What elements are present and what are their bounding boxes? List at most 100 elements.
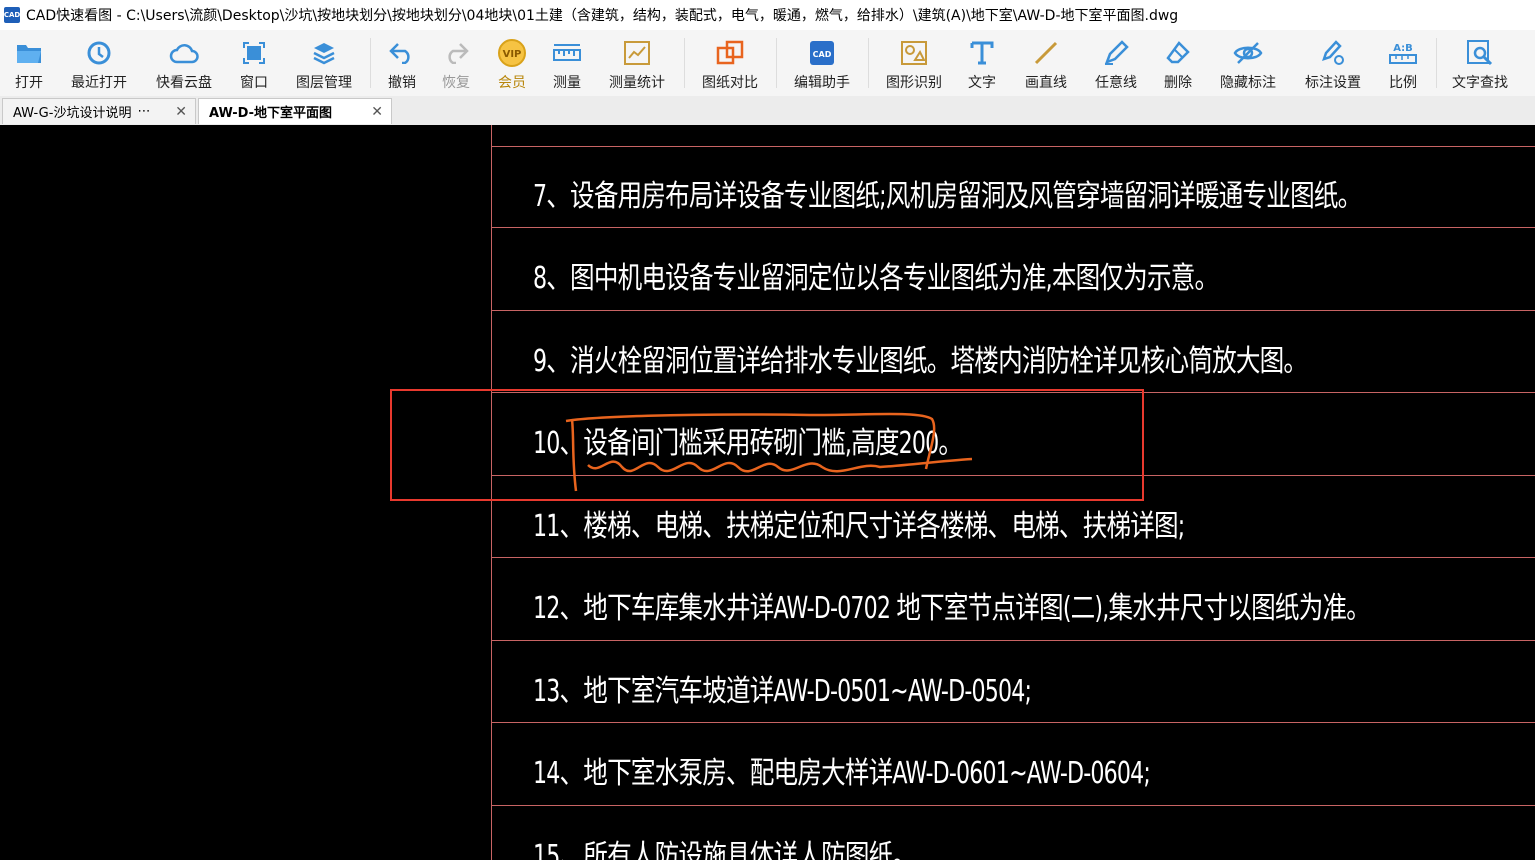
- folder-open-icon: [13, 36, 45, 70]
- table-row-line: [491, 805, 1535, 806]
- close-icon[interactable]: ✕: [175, 104, 187, 120]
- find-text-label: 文字查找: [1452, 75, 1508, 91]
- line-label: 画直线: [1025, 75, 1067, 91]
- window-title: CAD快速看图 - C:\Users\流颜\Desktop\沙坑\按地块划分\按…: [26, 8, 1179, 24]
- table-row-line: [491, 310, 1535, 311]
- text-t-icon: [966, 36, 998, 70]
- eye-hidden-icon: [1232, 36, 1264, 70]
- cloud-icon: [168, 36, 200, 70]
- svg-text:CAD: CAD: [813, 50, 832, 59]
- table-row-line: [491, 227, 1535, 228]
- cloud-button[interactable]: 快看云盘: [152, 30, 216, 96]
- undo-button[interactable]: 撤销: [384, 30, 420, 96]
- open-label: 打开: [15, 75, 43, 91]
- scale-ab-icon: A:B: [1387, 36, 1419, 70]
- cad-edit-icon: CAD: [806, 36, 838, 70]
- design-note: 11、楼梯、电梯、扶梯定位和尺寸详各楼梯、电梯、扶梯详图;: [533, 509, 1185, 544]
- design-note: 8、图中机电设备专业留洞定位以各专业图纸为准,本图仅为示意。: [533, 261, 1219, 296]
- edit-helper-label: 编辑助手: [794, 75, 850, 91]
- open-button[interactable]: 打开: [8, 30, 50, 96]
- scale-label: 比例: [1389, 75, 1417, 91]
- design-note: 14、地下室水泵房、配电房大样详AW-D-0601~AW-D-0604;: [533, 756, 1151, 791]
- toolbar-divider: [684, 38, 685, 88]
- measure-label: 测量: [553, 75, 581, 91]
- toolbar-divider: [868, 38, 869, 88]
- delete-button[interactable]: 删除: [1160, 30, 1196, 96]
- history-icon: [83, 36, 115, 70]
- undo-icon: [386, 36, 418, 70]
- tab-basement-plan[interactable]: AW-D-地下室平面图 ✕: [198, 98, 392, 124]
- design-note: 12、地下车库集水井详AW-D-0702 地下室节点详图(二),集水井尺寸以图纸…: [533, 591, 1371, 626]
- design-note: 7、设备用房布局详设备专业图纸;风机房留洞及风管穿墙留洞详暖通专业图纸。: [533, 179, 1362, 214]
- svg-text:VIP: VIP: [503, 49, 522, 60]
- toolbar-divider: [1436, 38, 1437, 88]
- design-note: 9、消火栓留洞位置详给排水专业图纸。塔楼内消防栓详见核心筒放大图。: [533, 344, 1308, 379]
- compare-icon: [714, 36, 746, 70]
- toolbar-divider: [776, 38, 777, 88]
- window-button[interactable]: 窗口: [236, 30, 272, 96]
- drawing-canvas[interactable]: 7、设备用房布局详设备专业图纸;风机房留洞及风管穿墙留洞详暖通专业图纸。 8、图…: [0, 125, 1535, 860]
- vip-icon: VIP: [496, 36, 528, 70]
- ruler-icon: [551, 36, 583, 70]
- vip-label: 会员: [498, 75, 526, 91]
- undo-label: 撤销: [388, 75, 416, 91]
- shape-recog-label: 图形识别: [886, 75, 942, 91]
- design-note: 15、所有人防设施具体详人防图纸。: [533, 839, 917, 860]
- stats-icon: [621, 36, 653, 70]
- recent-label: 最近打开: [71, 75, 127, 91]
- close-icon[interactable]: ✕: [371, 104, 383, 120]
- compare-label: 图纸对比: [702, 75, 758, 91]
- redo-label: 恢复: [442, 75, 470, 91]
- measure-stats-button[interactable]: 测量统计: [605, 30, 669, 96]
- svg-text:A:B: A:B: [1393, 43, 1413, 54]
- mark-settings-label: 标注设置: [1305, 75, 1361, 91]
- settings-pen-icon: [1317, 36, 1349, 70]
- redo-icon: [440, 36, 472, 70]
- tab-label: AW-G-沙坑设计说明: [13, 106, 132, 121]
- toolbar-divider: [370, 38, 371, 88]
- design-note: 13、地下室汽车坡道详AW-D-0501~AW-D-0504;: [533, 674, 1032, 709]
- recent-button[interactable]: 最近打开: [66, 30, 132, 96]
- redo-button[interactable]: 恢复: [438, 30, 474, 96]
- tab-design-notes[interactable]: AW-G-沙坑设计说明 ⋯ ✕: [2, 98, 196, 124]
- table-row-line: [491, 557, 1535, 558]
- window-label: 窗口: [240, 75, 268, 91]
- text-button[interactable]: 文字: [964, 30, 1000, 96]
- window-icon: [238, 36, 270, 70]
- table-row-line: [491, 722, 1535, 723]
- hide-marks-button[interactable]: 隐藏标注: [1216, 30, 1280, 96]
- cloud-label: 快看云盘: [156, 75, 212, 91]
- layers-icon: [308, 36, 340, 70]
- vip-button[interactable]: VIP 会员: [494, 30, 530, 96]
- edit-helper-button[interactable]: CAD 编辑助手: [790, 30, 854, 96]
- measure-button[interactable]: 测量: [549, 30, 585, 96]
- pen-icon: [1100, 36, 1132, 70]
- layers-label: 图层管理: [296, 75, 352, 91]
- shape-recog-button[interactable]: 图形识别: [882, 30, 946, 96]
- tab-label: AW-D-地下室平面图: [209, 106, 333, 121]
- text-label: 文字: [968, 75, 996, 91]
- title-bar: CAD CAD快速看图 - C:\Users\流颜\Desktop\沙坑\按地块…: [0, 0, 1535, 30]
- hide-marks-label: 隐藏标注: [1220, 75, 1276, 91]
- find-text-button[interactable]: 文字查找: [1448, 30, 1512, 96]
- eraser-icon: [1162, 36, 1194, 70]
- table-row-line: [491, 146, 1535, 147]
- line-icon: [1030, 36, 1062, 70]
- layers-button[interactable]: 图层管理: [292, 30, 356, 96]
- freehand-annotation: [565, 412, 973, 492]
- freeline-button[interactable]: 任意线: [1090, 30, 1142, 96]
- mark-settings-button[interactable]: 标注设置: [1300, 30, 1366, 96]
- app-logo-icon: CAD: [4, 7, 20, 23]
- measure-stats-label: 测量统计: [609, 75, 665, 91]
- toolbar: 打开 最近打开 快看云盘 窗口 图层管理 撤销 恢复 VIP 会员 测量 测量统…: [0, 30, 1535, 97]
- compare-button[interactable]: 图纸对比: [698, 30, 762, 96]
- scale-button[interactable]: A:B 比例: [1385, 30, 1421, 96]
- delete-label: 删除: [1164, 75, 1192, 91]
- search-text-icon: [1464, 36, 1496, 70]
- shape-icon: [898, 36, 930, 70]
- table-row-line: [491, 640, 1535, 641]
- freeline-label: 任意线: [1095, 75, 1137, 91]
- document-tab-bar: AW-G-沙坑设计说明 ⋯ ✕ AW-D-地下室平面图 ✕: [0, 96, 1535, 126]
- ellipsis-icon: ⋯: [137, 104, 151, 119]
- line-button[interactable]: 画直线: [1018, 30, 1074, 96]
